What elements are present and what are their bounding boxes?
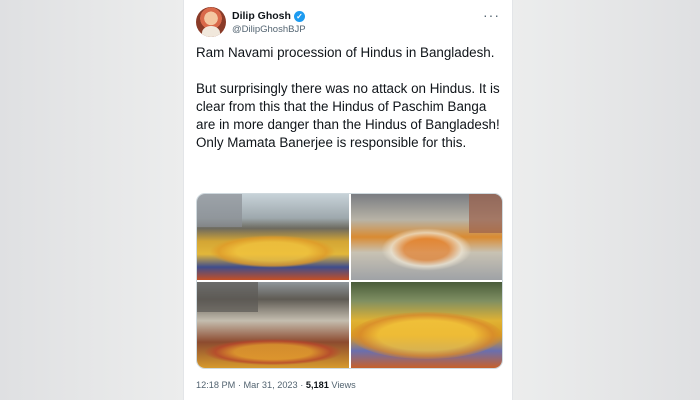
author-name[interactable]: Dilip Ghosh: [232, 10, 291, 22]
media-grid: [196, 193, 503, 369]
photo-procession-3[interactable]: [197, 282, 349, 368]
crowd-shape: [350, 312, 502, 360]
background-left: [0, 0, 183, 400]
tweet-time[interactable]: 12:18 PM: [196, 380, 235, 390]
background-right: [513, 0, 700, 400]
photo-procession-2[interactable]: [350, 194, 502, 280]
tweet-paragraph: But surprisingly there was no attack on …: [196, 81, 500, 150]
author-name-row: Dilip Ghosh ✓: [232, 10, 305, 22]
more-options-icon[interactable]: ···: [483, 8, 500, 22]
views-count: 5,181: [305, 380, 329, 390]
avatar[interactable]: [196, 7, 226, 37]
crowd-shape: [204, 338, 341, 365]
separator: ·: [300, 380, 304, 390]
crowd-shape: [209, 235, 337, 268]
photo-procession-4[interactable]: [350, 282, 502, 368]
photo-procession-1[interactable]: [197, 194, 349, 280]
building-shape: [197, 194, 243, 227]
building-shape: [468, 194, 502, 233]
crowd-shape: [380, 228, 472, 272]
views-label: Views: [331, 380, 356, 390]
tweet-header: Dilip Ghosh ✓ @DilipGhoshBJP ···: [196, 7, 500, 41]
tweet-paragraph: Ram Navami procession of Hindus in Bangl…: [196, 45, 495, 60]
separator: ·: [237, 380, 241, 390]
building-shape: [197, 282, 258, 313]
tweet-card: Dilip Ghosh ✓ @DilipGhoshBJP ··· Ram Nav…: [183, 0, 513, 400]
author-handle[interactable]: @DilipGhoshBJP: [232, 24, 306, 35]
verified-badge-icon: ✓: [293, 10, 305, 22]
tweet-meta: 12:18 PM · Mar 31, 2023 · 5,181 Views: [196, 380, 356, 390]
tweet-text: Ram Navami procession of Hindus in Bangl…: [196, 44, 506, 170]
tweet-date[interactable]: Mar 31, 2023: [244, 380, 298, 390]
